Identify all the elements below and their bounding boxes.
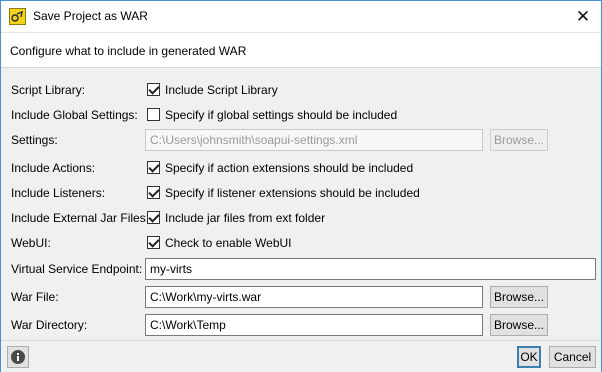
settings-browse-button[interactable]: Browse... [490,129,548,151]
webui-checkbox-label[interactable]: Check to enable WebUI [165,236,292,250]
include-listeners-checkbox-label[interactable]: Specify if listener extensions should be… [165,186,420,200]
row-listeners: Include Listeners: Specify if listener e… [1,182,601,204]
global-settings-checkbox[interactable] [147,108,160,121]
save-project-war-dialog: Save Project as WAR ✕ Configure what to … [0,0,602,372]
row-script-library: Script Library: Include Script Library [1,79,601,101]
include-actions-checkbox[interactable] [147,161,160,174]
window-title: Save Project as WAR [33,9,148,23]
row-actions: Include Actions: Specify if action exten… [1,157,601,179]
war-directory-label: War Directory: [11,318,88,332]
include-actions-checkbox-label[interactable]: Specify if action extensions should be i… [165,161,413,175]
war-directory-field[interactable]: C:\Work\Temp [145,314,483,336]
ok-button[interactable]: OK [517,346,541,368]
include-listeners-checkbox[interactable] [147,186,160,199]
include-actions-label: Include Actions: [11,161,96,175]
row-external-jars: Include External Jar Files: Include jar … [1,207,601,229]
dialog-footer: OK Cancel [1,340,601,372]
external-jars-checkbox[interactable] [147,211,160,224]
script-library-checkbox-label[interactable]: Include Script Library [165,83,278,97]
script-library-checkbox[interactable] [147,83,160,96]
war-file-label: War File: [11,290,59,304]
row-settings: Settings: C:\Users\johnsmith\soapui-sett… [1,129,601,151]
global-settings-label: Include Global Settings: [11,108,138,122]
settings-path-field[interactable]: C:\Users\johnsmith\soapui-settings.xml [145,129,483,151]
include-listeners-label: Include Listeners: [11,186,106,200]
war-file-field[interactable]: C:\Work\my-virts.war [145,286,483,308]
close-icon[interactable]: ✕ [576,7,590,27]
settings-label: Settings: [11,133,58,147]
endpoint-label: Virtual Service Endpoint: [11,262,143,276]
script-library-label: Script Library: [11,83,86,97]
webui-checkbox[interactable] [147,236,160,249]
close-button[interactable]: ✕ [566,3,600,30]
row-endpoint: Virtual Service Endpoint: my-virts [1,258,601,280]
webui-label: WebUI: [11,236,51,250]
row-global-settings: Include Global Settings: Specify if glob… [1,104,601,126]
external-jars-label: Include External Jar Files: [11,211,150,225]
war-directory-browse-button[interactable]: Browse... [490,314,548,336]
global-settings-checkbox-label[interactable]: Specify if global settings should be inc… [165,108,397,122]
help-button[interactable] [7,346,29,368]
endpoint-field[interactable]: my-virts [145,258,596,280]
external-jars-checkbox-label[interactable]: Include jar files from ext folder [165,211,325,225]
header-description: Configure what to include in generated W… [10,44,247,58]
row-webui: WebUI: Check to enable WebUI [1,232,601,254]
war-options-form: Script Library: Include Script Library I… [1,69,601,339]
cancel-button[interactable]: Cancel [549,346,596,368]
row-war-file: War File: C:\Work\my-virts.war Browse... [1,286,601,308]
soapui-app-icon [9,8,26,25]
info-icon[interactable] [10,349,26,365]
war-file-browse-button[interactable]: Browse... [490,286,548,308]
dialog-header: Configure what to include in generated W… [1,32,601,68]
title-bar: Save Project as WAR ✕ [1,1,601,32]
row-war-directory: War Directory: C:\Work\Temp Browse... [1,314,601,336]
